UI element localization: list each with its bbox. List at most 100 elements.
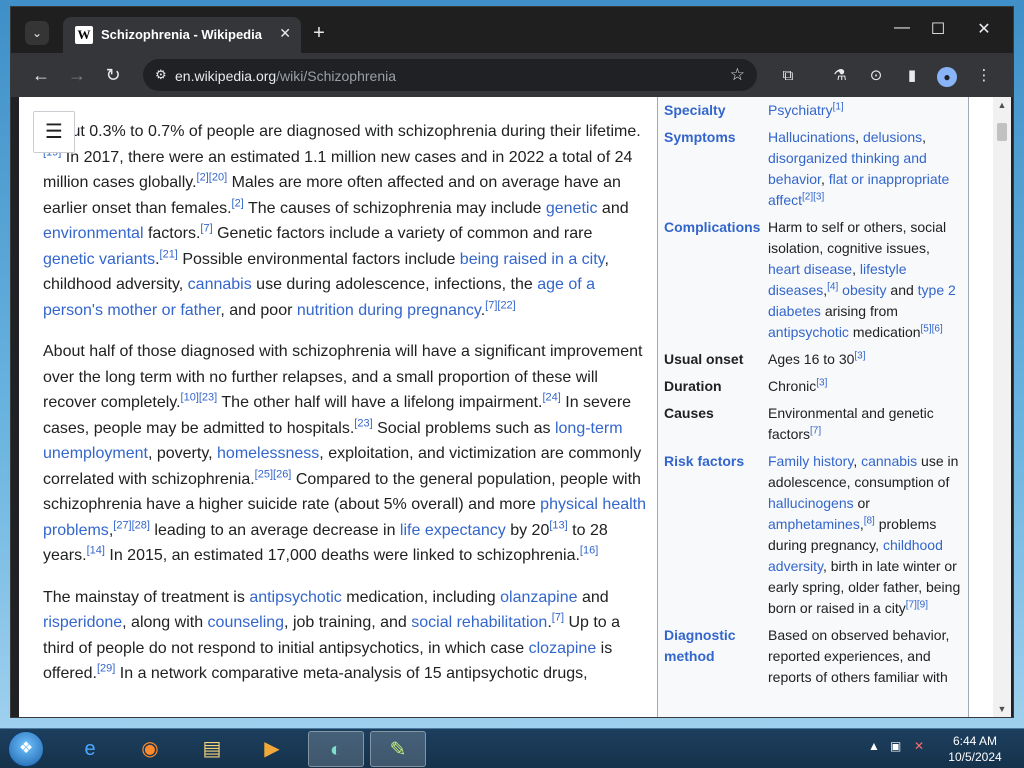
reload-button[interactable]: ↻ (99, 63, 127, 87)
media-player-icon[interactable]: ▶ (244, 731, 300, 767)
site-info-icon[interactable]: ⚙ (155, 67, 167, 83)
back-button[interactable]: ← (27, 63, 55, 87)
citation-link[interactable]: [3] (854, 350, 865, 361)
tray-expand-icon[interactable]: ▲ (868, 739, 880, 753)
citation-link[interactable]: [2][20] (197, 172, 228, 184)
citation-link[interactable]: [7][22] (485, 299, 516, 311)
wiki-link[interactable]: Psychiatry (768, 102, 833, 118)
minimize-icon: — (894, 19, 910, 36)
citation-link[interactable]: [24] (542, 392, 560, 404)
citation-link[interactable]: [1] (833, 101, 844, 112)
text-run: Chronic (768, 378, 817, 394)
citation-link[interactable]: [4] (827, 281, 838, 292)
text-run: , (820, 171, 829, 187)
citation-link[interactable]: [16] (580, 545, 598, 557)
text-run: use during adolescence, infections, the (251, 276, 538, 293)
wiki-link[interactable]: hallucinogens (768, 495, 854, 511)
citation-link[interactable]: [7] (810, 425, 821, 436)
citation-link[interactable]: [13] (549, 519, 567, 531)
wiki-link[interactable]: social rehabilitation (411, 614, 547, 631)
wiki-link[interactable]: genetic (546, 200, 598, 217)
infobox-label[interactable]: Symptoms (664, 127, 768, 211)
wiki-link[interactable]: environmental (43, 225, 144, 242)
citation-link[interactable]: [29] (97, 663, 115, 675)
table-of-contents-button[interactable]: ☰ (33, 111, 75, 153)
text-run: Possible environmental factors include (177, 250, 460, 268)
profile-avatar-icon[interactable]: ● (937, 67, 957, 87)
infobox-label[interactable]: Risk factors (664, 451, 768, 619)
page-scrollbar[interactable]: ▲ ▼ (993, 97, 1011, 717)
clock[interactable]: 6:44 AM 10/5/2024 (940, 733, 1010, 765)
wiki-link[interactable]: Hallucinations (768, 129, 855, 145)
citation-link[interactable]: [27][28] (113, 519, 150, 531)
tab-schizophrenia[interactable]: W Schizophrenia - Wikipedia ✕ (63, 17, 301, 53)
menu-kebab-icon[interactable]: ⋮ (973, 65, 995, 87)
wiki-link[interactable]: olanzapine (500, 589, 577, 606)
wiki-link[interactable]: Family history (768, 453, 853, 469)
infobox-label[interactable]: Complications (664, 217, 768, 343)
new-tab-button[interactable]: + (305, 19, 333, 47)
wiki-link[interactable]: clozapine (529, 640, 597, 657)
wiki-link[interactable]: being raised in a city (460, 251, 605, 268)
citation-link[interactable]: [8] (864, 515, 875, 526)
citation-link[interactable]: [14] (87, 545, 105, 557)
citation-link[interactable]: [5][6] (921, 323, 943, 334)
wiki-link[interactable]: delusions (863, 129, 922, 145)
wiki-link[interactable]: obesity (842, 282, 886, 298)
list-icon: ☰ (45, 121, 63, 143)
wiki-link[interactable]: risperidone (43, 614, 122, 631)
scroll-thumb[interactable] (997, 123, 1007, 141)
volume-muted-icon[interactable]: ✕ (914, 739, 924, 753)
internet-explorer-icon[interactable]: e (62, 731, 118, 767)
citation-link[interactable]: [2][3] (802, 191, 824, 202)
download-icon[interactable]: ⊙ (865, 65, 887, 87)
infobox-label[interactable]: Specialty (664, 100, 768, 121)
wiki-link[interactable]: cannabis (861, 453, 917, 469)
wiki-link[interactable]: antipsychotic (768, 324, 849, 340)
scroll-down-arrow-icon[interactable]: ▼ (993, 701, 1011, 717)
citation-link[interactable]: [7][9] (906, 599, 928, 610)
citation-link[interactable]: [25][26] (255, 468, 292, 480)
wiki-link[interactable]: cannabis (188, 276, 252, 293)
close-tab-icon[interactable]: ✕ (279, 25, 291, 42)
forward-button[interactable]: → (63, 63, 91, 87)
url-text[interactable]: en.wikipedia.org/wiki/Schizophrenia (175, 68, 396, 84)
scroll-up-arrow-icon[interactable]: ▲ (993, 97, 1011, 113)
wiki-link[interactable]: genetic variants (43, 251, 155, 268)
citation-link[interactable]: [3] (816, 377, 827, 388)
tab-search-button[interactable]: ⌄ (25, 21, 49, 45)
wiki-link[interactable]: life expectancy (400, 522, 506, 539)
maximize-button[interactable]: ☐ (923, 19, 953, 39)
wiki-link[interactable]: counseling (208, 614, 285, 631)
bookmark-star-icon[interactable]: ☆ (730, 65, 745, 85)
infobox-label: Usual onset (664, 351, 744, 367)
citation-link[interactable]: [7] (200, 223, 212, 235)
wiki-link[interactable]: heart disease (768, 261, 852, 277)
firefox-icon[interactable]: ◉ (122, 731, 178, 767)
infobox-label[interactable]: Diagnostic method (664, 625, 768, 688)
side-panel-icon[interactable]: ▮ (901, 65, 923, 87)
minimize-button[interactable]: — (887, 19, 917, 37)
citation-link[interactable]: [23] (354, 417, 372, 429)
start-button[interactable]: ❖ (8, 731, 44, 767)
notepad-taskbar-icon[interactable]: ✎ (370, 731, 426, 767)
citation-link[interactable]: [10][23] (181, 392, 218, 404)
wiki-link[interactable]: amphetamines (768, 516, 860, 532)
close-window-button[interactable]: ✕ (969, 19, 999, 39)
text-run: and (577, 588, 609, 606)
wiki-link[interactable]: homelessness (217, 445, 319, 462)
wiki-link[interactable]: antipsychotic (249, 589, 342, 606)
citation-link[interactable]: [2] (232, 197, 244, 209)
chrome-taskbar-icon[interactable]: ◐ (308, 731, 364, 767)
infobox-value: Ages 16 to 30[3] (768, 349, 962, 370)
labs-icon[interactable]: ⚗ (829, 65, 851, 87)
infobox-value: Chronic[3] (768, 376, 962, 397)
citation-link[interactable]: [7] (552, 612, 564, 624)
wiki-link[interactable]: nutrition during pregnancy (297, 302, 481, 319)
extensions-icon[interactable]: ⧉ (777, 65, 799, 87)
file-explorer-icon[interactable]: ▤ (184, 731, 240, 767)
network-icon[interactable]: ▣ (890, 739, 901, 753)
citation-link[interactable]: [21] (160, 248, 178, 260)
reload-icon: ↻ (105, 65, 121, 85)
address-bar[interactable]: ⚙ en.wikipedia.org/wiki/Schizophrenia ☆ (143, 59, 757, 91)
